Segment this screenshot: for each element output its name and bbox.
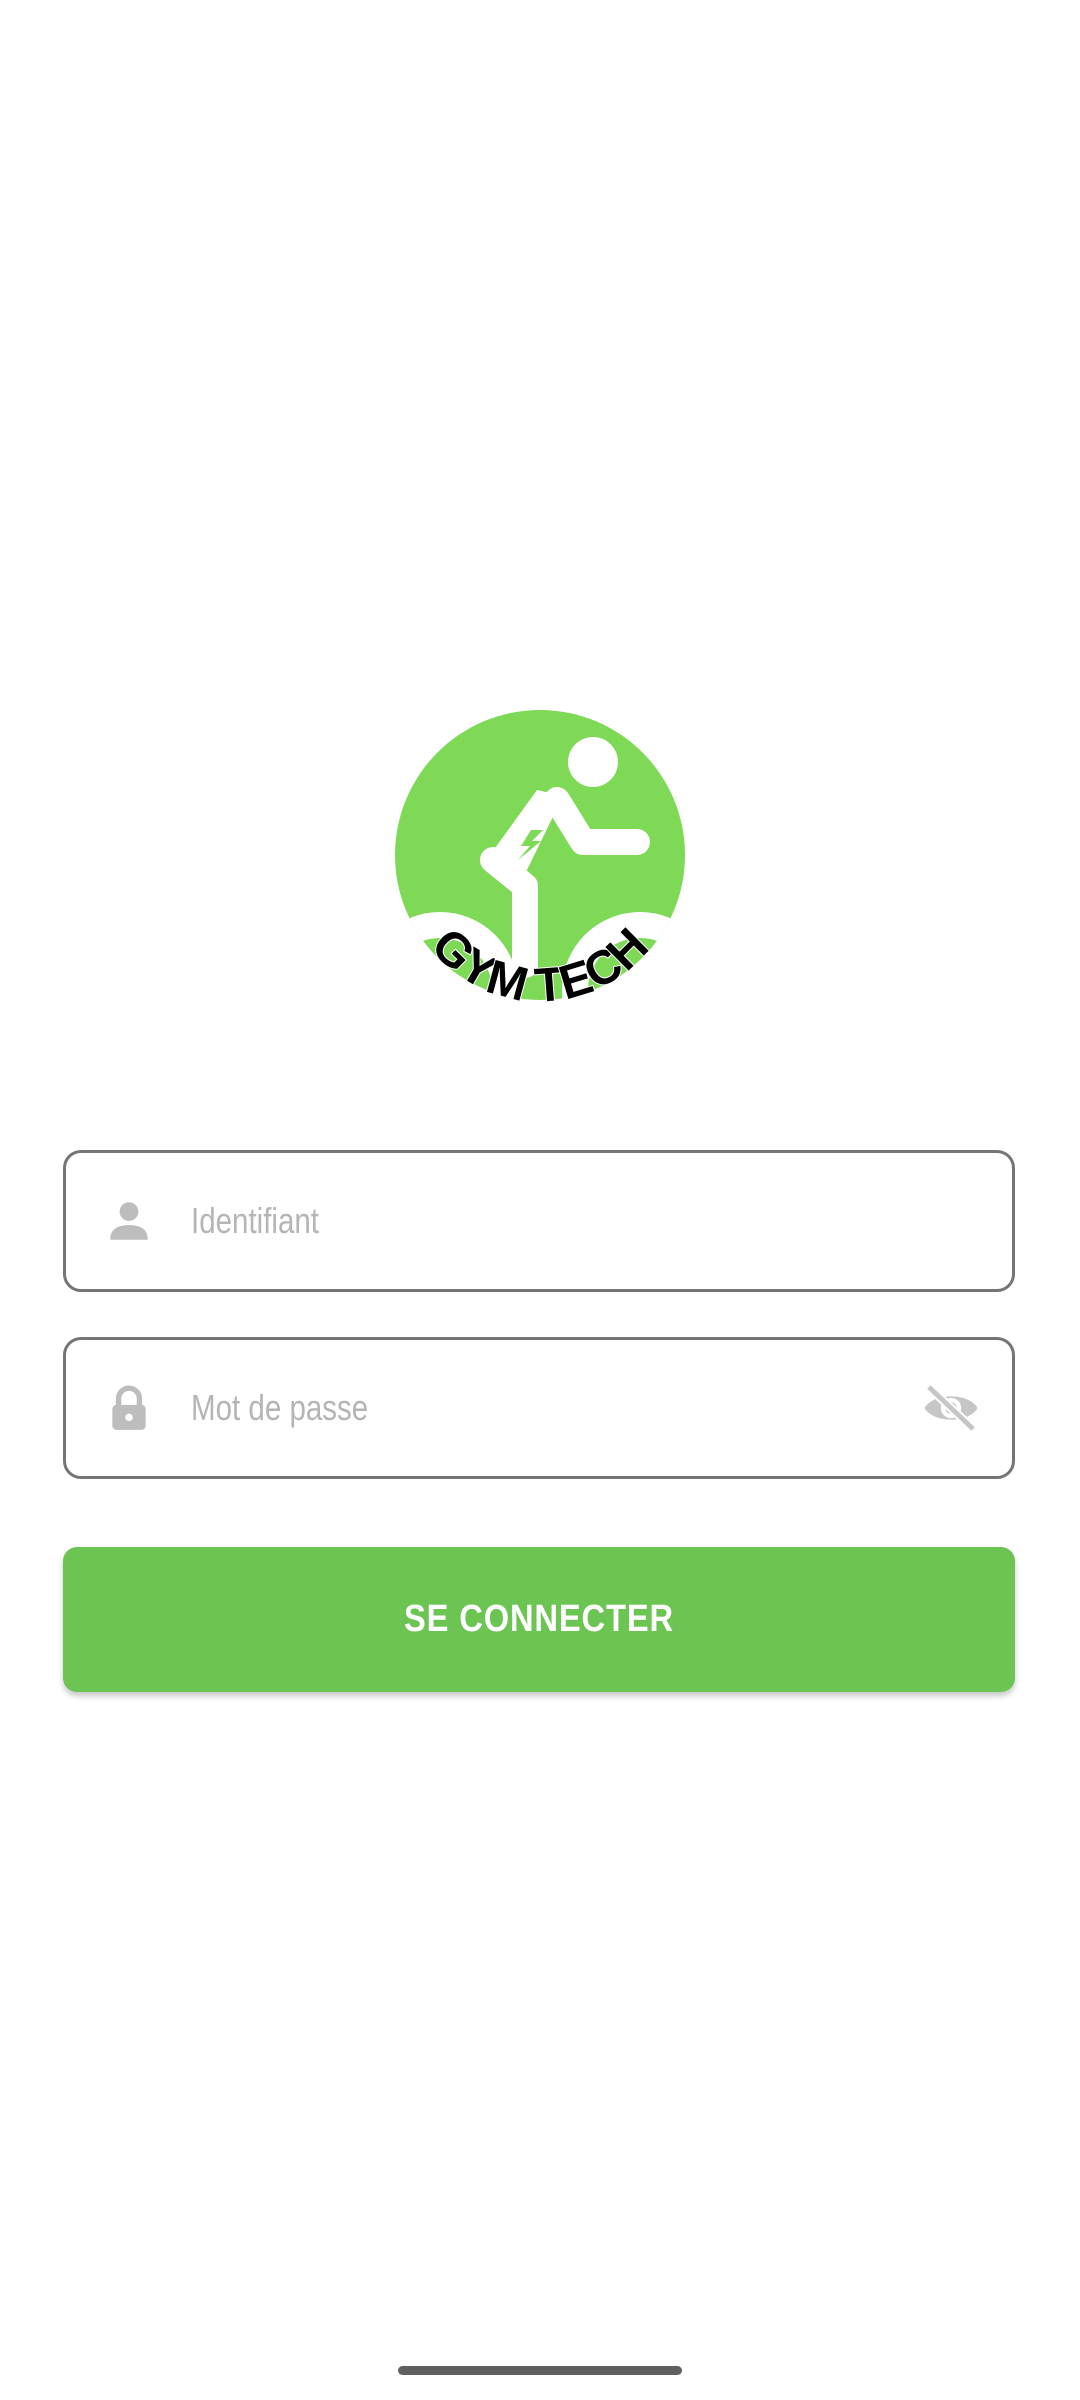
eye-off-icon[interactable] xyxy=(920,1380,982,1436)
password-field[interactable] xyxy=(63,1337,1015,1479)
login-button-label: SE CONNECTER xyxy=(404,1598,674,1640)
username-input[interactable] xyxy=(191,1153,749,1289)
lock-icon xyxy=(112,1385,146,1430)
password-input[interactable] xyxy=(191,1340,749,1476)
person-icon xyxy=(110,1202,148,1240)
gym-tech-logo: GYM TECH xyxy=(395,710,685,1014)
login-button[interactable]: SE CONNECTER xyxy=(63,1547,1015,1692)
username-field[interactable] xyxy=(63,1150,1015,1292)
home-indicator[interactable] xyxy=(398,2366,682,2375)
